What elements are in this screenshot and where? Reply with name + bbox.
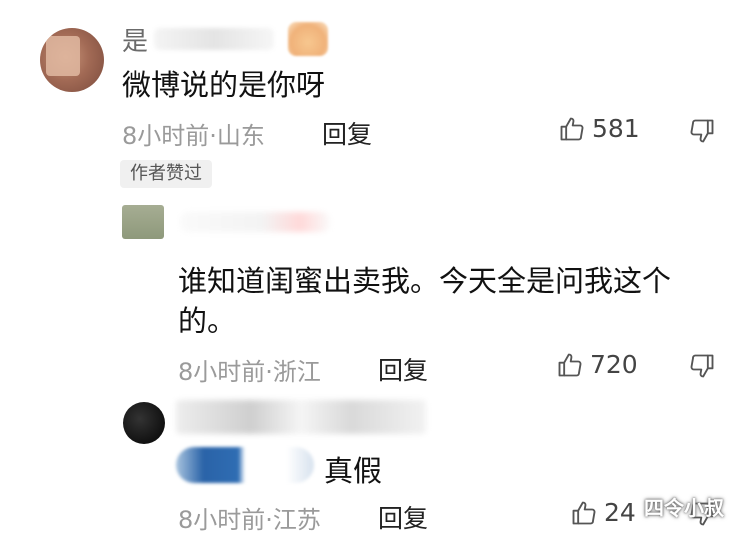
emoji-icon [288,22,328,56]
username-blur [154,28,275,50]
username-blurred[interactable] [180,212,330,232]
reply-button[interactable]: 回复 [378,351,428,387]
dislike-button[interactable] [688,352,716,380]
thumbs-up-icon [558,115,586,143]
like-button[interactable]: 581 [558,114,640,143]
avatar[interactable] [123,402,165,444]
avatar[interactable] [122,205,164,239]
dislike-button[interactable] [688,117,716,145]
author-liked-tag: 作者赞过 [120,160,212,188]
username-blurred[interactable] [176,400,426,434]
avatar[interactable] [40,28,104,92]
thumbs-down-icon [688,352,716,380]
blurred-mention [176,447,314,483]
username-first-char: 是 [122,26,149,57]
comment-time-location: 8小时前·江苏 [178,506,321,534]
comment-text: 真假 [324,454,383,488]
like-count: 720 [590,350,638,379]
like-count: 581 [592,114,640,143]
comment-time-location: 8小时前·浙江 [178,358,321,386]
thumbs-down-icon [688,117,716,145]
thumbs-up-icon [570,499,598,527]
comment-text-line2: 的。 [178,304,237,338]
username-blurred[interactable]: 是 [122,22,282,57]
reply-button[interactable]: 回复 [378,499,428,535]
watermark: 四令小叔 [644,496,724,520]
comment-text-line1: 谁知道闺蜜出卖我。今天全是问我这个 [178,264,672,298]
like-button[interactable]: 24 [570,498,636,527]
like-count: 24 [604,498,636,527]
comment-time-location: 8小时前·山东 [122,122,265,150]
like-button[interactable]: 720 [556,350,638,379]
reply-button[interactable]: 回复 [322,115,372,151]
comment-text: 微博说的是你呀 [122,68,326,102]
thumbs-up-icon [556,351,584,379]
